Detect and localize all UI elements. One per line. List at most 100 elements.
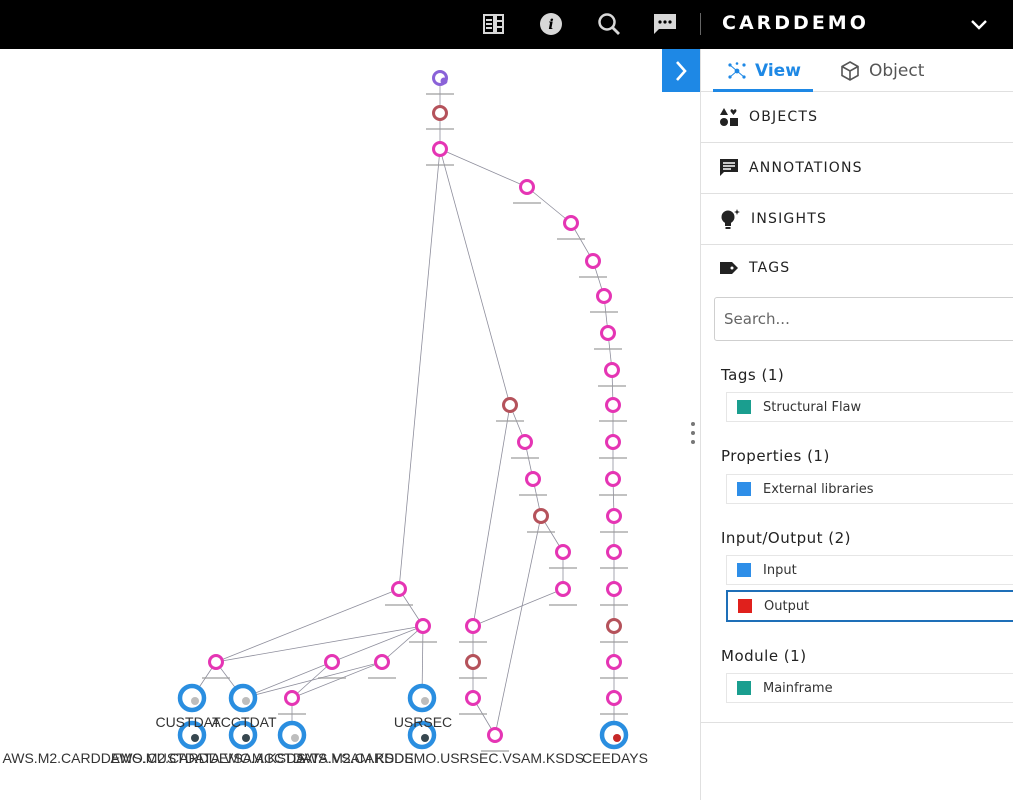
- graph-edge: [472, 588, 564, 627]
- entry-node-marker: [440, 77, 448, 85]
- topbar-divider: [700, 13, 701, 35]
- comment-icon: [720, 159, 738, 176]
- node-label-mark: [318, 677, 346, 679]
- file-node[interactable]: [407, 683, 437, 713]
- program-node[interactable]: [606, 544, 622, 560]
- graph-view-icon: [728, 61, 746, 79]
- flawed-program-node[interactable]: [533, 508, 549, 524]
- program-node[interactable]: [519, 179, 535, 195]
- tag-item-input[interactable]: Input: [726, 555, 1013, 585]
- program-node[interactable]: [606, 508, 622, 524]
- file-node-marker: [191, 697, 199, 705]
- tag-item-structural-flaw[interactable]: Structural Flaw: [726, 392, 1013, 422]
- lightbulb-icon: [721, 209, 740, 229]
- tag-item-label: External libraries: [763, 481, 874, 497]
- program-node[interactable]: [605, 397, 621, 413]
- program-node[interactable]: [606, 654, 622, 670]
- file-node-marker: [421, 697, 429, 705]
- node-label-mark: [426, 164, 454, 166]
- program-node[interactable]: [432, 141, 448, 157]
- chevron-right-icon: [676, 60, 687, 81]
- program-node[interactable]: [208, 654, 224, 670]
- node-label-mark: [459, 677, 487, 679]
- flawed-program-node[interactable]: [606, 618, 622, 634]
- chat-icon[interactable]: [651, 10, 679, 38]
- top-bar: i CARDDEMO: [0, 0, 1013, 49]
- dependency-graph-canvas[interactable]: CUSTDAT ACCTDAT USRSEC AWS.M2.CARDDEMO.CUST…: [0, 49, 700, 800]
- program-node[interactable]: [465, 690, 481, 706]
- tag-item-external-libraries[interactable]: External libraries: [726, 474, 1013, 504]
- section-tags[interactable]: TAGS: [701, 245, 1013, 291]
- flawed-program-node[interactable]: [432, 105, 448, 121]
- file-node-label: AWS.M2.CARDDEMO.USRSEC.VSAM.KSDS: [296, 750, 584, 766]
- node-label-mark: [600, 531, 628, 533]
- program-node[interactable]: [606, 690, 622, 706]
- node-label-mark: [598, 385, 626, 387]
- dependency-graph[interactable]: CUSTDATACCTDAT USRSECAWS.M2.CARDDEMO.CUST…: [0, 49, 700, 800]
- program-node[interactable]: [605, 434, 621, 450]
- search-icon[interactable]: [595, 10, 623, 38]
- program-node[interactable]: [555, 544, 571, 560]
- layers-icon[interactable]: [480, 10, 508, 38]
- program-node[interactable]: [465, 618, 481, 634]
- program-node[interactable]: [563, 215, 579, 231]
- node-label-mark: [599, 457, 627, 459]
- file-node[interactable]: [177, 683, 207, 713]
- program-node[interactable]: [525, 471, 541, 487]
- section-insights[interactable]: INSIGHTS: [701, 194, 1013, 245]
- program-node[interactable]: [487, 727, 503, 743]
- node-label-mark: [599, 420, 627, 422]
- tag-item-mainframe[interactable]: Mainframe: [726, 673, 1013, 703]
- collapse-panel-button[interactable]: [662, 49, 700, 92]
- graph-edge: [381, 625, 424, 663]
- program-node[interactable]: [585, 253, 601, 269]
- tag-item-label: Mainframe: [763, 680, 833, 696]
- tag-color-swatch: [738, 599, 752, 613]
- file-node-marker: [291, 734, 299, 742]
- program-node[interactable]: [324, 654, 340, 670]
- program-node[interactable]: [606, 581, 622, 597]
- file-node-label: ACCTDAT: [211, 714, 277, 730]
- node-label-mark: [496, 420, 524, 422]
- program-node[interactable]: [517, 434, 533, 450]
- panel-resize-handle[interactable]: [691, 422, 697, 444]
- chevron-down-icon[interactable]: [968, 14, 990, 36]
- node-label-mark: [600, 677, 628, 679]
- tab-object[interactable]: Object: [839, 49, 924, 92]
- program-node[interactable]: [600, 325, 616, 341]
- node-label-mark: [519, 494, 547, 496]
- file-node[interactable]: [599, 720, 629, 750]
- program-node[interactable]: [604, 362, 620, 378]
- app-title: CARDDEMO: [722, 12, 869, 34]
- file-node-marker: [421, 734, 429, 742]
- program-node[interactable]: [596, 288, 612, 304]
- flawed-program-node[interactable]: [465, 654, 481, 670]
- section-annotations[interactable]: ANNOTATIONS: [701, 143, 1013, 194]
- node-label-mark: [600, 641, 628, 643]
- tag-item-label: Output: [764, 598, 810, 614]
- section-objects[interactable]: OBJECTS: [701, 92, 1013, 143]
- cube-icon: [841, 60, 859, 81]
- group-title-properties: Properties (1): [721, 447, 830, 465]
- program-node[interactable]: [374, 654, 390, 670]
- tag-color-swatch: [737, 482, 751, 496]
- flawed-program-node[interactable]: [502, 397, 518, 413]
- file-node[interactable]: [277, 720, 307, 750]
- node-label-mark: [600, 567, 628, 569]
- info-icon[interactable]: i: [537, 10, 565, 38]
- file-node[interactable]: [228, 683, 258, 713]
- program-node[interactable]: [284, 690, 300, 706]
- program-node[interactable]: [555, 581, 571, 597]
- graph-edge: [242, 661, 383, 699]
- program-node[interactable]: [391, 581, 407, 597]
- program-node[interactable]: [415, 618, 431, 634]
- tag-item-output[interactable]: Output: [726, 590, 1013, 622]
- program-node[interactable]: [605, 471, 621, 487]
- tab-view[interactable]: View: [727, 49, 801, 92]
- section-tags-label: TAGS: [749, 260, 791, 276]
- graph-edge: [526, 186, 572, 224]
- tag-search-input[interactable]: [715, 298, 1013, 340]
- node-label-mark: [590, 311, 618, 313]
- group-title-module: Module (1): [721, 647, 807, 665]
- tag-search-box: [714, 297, 1013, 341]
